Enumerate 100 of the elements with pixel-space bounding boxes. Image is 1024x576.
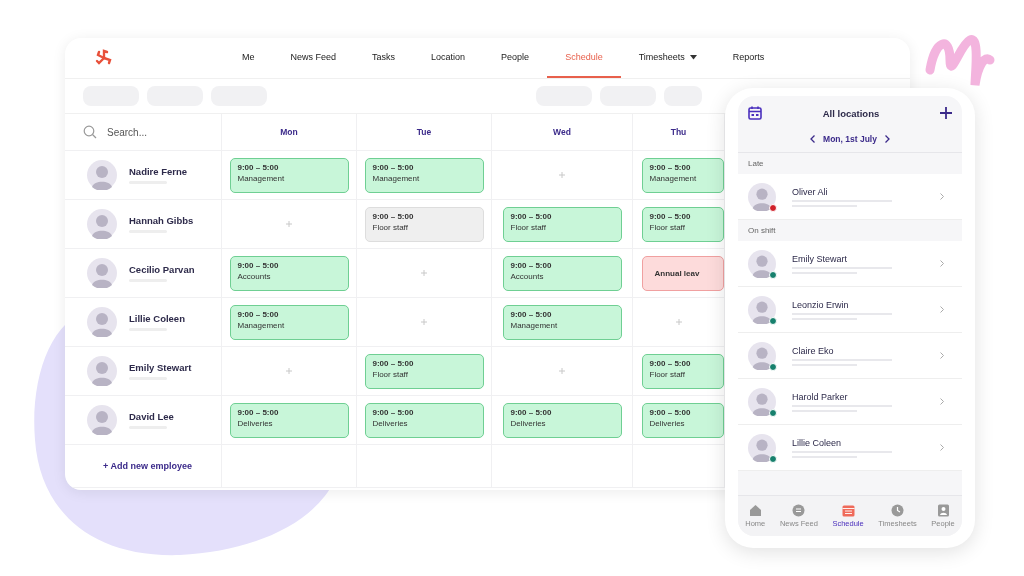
- person-icon: [936, 504, 950, 517]
- nav-tab[interactable]: People: [483, 38, 548, 78]
- chevron-left-icon[interactable]: [810, 135, 816, 143]
- chat-icon: [792, 504, 806, 517]
- staff-row[interactable]: Oliver Ali: [738, 174, 962, 220]
- shift-block[interactable]: 9:00 – 5:00 Management: [502, 304, 622, 340]
- staff-name: Claire Eko: [792, 345, 835, 356]
- avatar-placeholder: [87, 307, 117, 337]
- shift-time: 9:00 – 5:00: [510, 407, 553, 417]
- add-shift-icon[interactable]: [675, 319, 682, 325]
- shift-block[interactable]: 9:00 – 5:00 Floor staff: [364, 353, 484, 389]
- staff-row[interactable]: Harold Parker: [738, 379, 962, 425]
- shift-time: 9:00 – 5:00: [649, 358, 692, 368]
- leave-block[interactable]: Annual leav: [641, 255, 724, 291]
- nav-tab[interactable]: News Feed: [272, 38, 355, 78]
- shift-time: 9:00 – 5:00: [372, 407, 415, 417]
- shift-block[interactable]: 9:00 – 5:00 Floor staff: [364, 206, 484, 242]
- add-employee-link[interactable]: + Add new employee: [103, 461, 192, 471]
- employee-name: Cecilio Parvan: [129, 264, 195, 275]
- shift-block[interactable]: 9:00 – 5:00 Floor staff: [641, 353, 724, 389]
- shift-role: Floor staff: [372, 222, 409, 232]
- add-shift-icon[interactable]: [286, 221, 292, 227]
- avatar-placeholder: [748, 341, 776, 370]
- add-shift-icon[interactable]: [421, 270, 427, 276]
- avatar-placeholder: [748, 387, 776, 416]
- shift-time: 9:00 – 5:00: [372, 211, 415, 221]
- shift-time: 9:00 – 5:00: [237, 162, 280, 172]
- avatar-placeholder: [87, 160, 117, 190]
- nav-tab[interactable]: Me: [224, 38, 273, 78]
- shift-block[interactable]: 9:00 – 5:00 Deliveries: [641, 402, 724, 438]
- add-icon[interactable]: [940, 107, 952, 119]
- chevron-right-icon: [940, 260, 944, 267]
- add-shift-icon[interactable]: [559, 368, 565, 374]
- shift-block[interactable]: 9:00 – 5:00 Management: [364, 157, 484, 193]
- chevron-right-icon: [940, 398, 944, 405]
- nav-tab[interactable]: Location: [413, 38, 484, 78]
- shift-block[interactable]: 9:00 – 5:00 Floor staff: [502, 206, 622, 242]
- shift-block[interactable]: 9:00 – 5:00 Deliveries: [364, 402, 484, 438]
- calendar-icon[interactable]: [748, 106, 762, 120]
- employee-name: Nadire Ferne: [129, 166, 188, 177]
- shift-role: Management: [510, 320, 559, 330]
- chevron-right-icon: [940, 193, 944, 200]
- shift-block[interactable]: 9:00 – 5:00 Deliveries: [502, 402, 622, 438]
- staff-row[interactable]: Claire Eko: [738, 333, 962, 379]
- shift-block[interactable]: 9:00 – 5:00 Management: [229, 157, 349, 193]
- avatar-placeholder: [748, 433, 776, 462]
- shift-role: Accounts: [237, 271, 272, 281]
- screen-title: All locations: [822, 107, 880, 119]
- avatar-placeholder: [748, 182, 776, 211]
- add-shift-icon[interactable]: [559, 172, 565, 178]
- logo-icon: [95, 49, 113, 67]
- nav-tab[interactable]: Schedule: [547, 38, 621, 78]
- staff-row[interactable]: Leonzio Erwin: [738, 287, 962, 333]
- avatar-placeholder: [87, 356, 117, 386]
- staff-name: Emily Stewart: [792, 253, 848, 264]
- employee-name: Lillie Coleen: [129, 313, 185, 324]
- shift-block[interactable]: 9:00 – 5:00 Accounts: [502, 255, 622, 291]
- staff-name: Harold Parker: [792, 391, 849, 402]
- staff-row[interactable]: Lillie Coleen: [738, 425, 962, 471]
- shift-block[interactable]: 9:00 – 5:00 Accounts: [229, 255, 349, 291]
- staff-name: Oliver Ali: [792, 186, 829, 197]
- avatar-placeholder: [87, 405, 117, 435]
- avatar-placeholder: [748, 295, 776, 324]
- shift-block[interactable]: 9:00 – 5:00 Management: [641, 157, 724, 193]
- shift-role: Management: [237, 320, 286, 330]
- employee-name: Emily Stewart: [129, 362, 192, 373]
- shift-role: Floor staff: [649, 222, 686, 232]
- shift-time: 9:00 – 5:00: [510, 211, 553, 221]
- shift-time: 9:00 – 5:00: [649, 211, 692, 221]
- shift-block[interactable]: 9:00 – 5:00 Floor staff: [641, 206, 724, 242]
- nav-tab[interactable]: Reports: [714, 38, 783, 78]
- chevron-right-icon: [940, 352, 944, 359]
- day-header: Mon: [280, 127, 298, 137]
- avatar-placeholder: [748, 249, 776, 278]
- shift-time: 9:00 – 5:00: [649, 162, 692, 172]
- day-header: Thu: [670, 127, 687, 137]
- avatar-placeholder: [87, 209, 117, 239]
- add-shift-icon[interactable]: [421, 319, 427, 325]
- shift-time: 9:00 – 5:00: [510, 260, 553, 270]
- add-shift-icon[interactable]: [286, 368, 292, 374]
- search-field[interactable]: Search...: [105, 125, 219, 139]
- shift-role: Accounts: [510, 271, 545, 281]
- shift-role: Floor staff: [510, 222, 547, 232]
- clock-icon: [891, 504, 904, 517]
- staff-row[interactable]: Emily Stewart: [738, 241, 962, 287]
- chevron-right-icon: [940, 306, 944, 313]
- shift-block[interactable]: 9:00 – 5:00 Deliveries: [229, 402, 349, 438]
- shift-role: Management: [649, 173, 698, 183]
- avatar-placeholder: [87, 258, 117, 288]
- staff-name: Leonzio Erwin: [792, 299, 850, 310]
- employee-name: Hannah Gibbs: [129, 215, 194, 226]
- shift-block[interactable]: 9:00 – 5:00 Management: [229, 304, 349, 340]
- day-header: Tue: [416, 127, 432, 137]
- chevron-right-icon: [940, 444, 944, 451]
- nav-tab[interactable]: Tasks: [354, 38, 414, 78]
- staff-name: Lillie Coleen: [792, 437, 843, 448]
- nav-tab[interactable]: Timesheets: [620, 38, 715, 78]
- shift-time: 9:00 – 5:00: [372, 358, 415, 368]
- chevron-right-icon[interactable]: [884, 135, 890, 143]
- search-icon: [83, 125, 97, 139]
